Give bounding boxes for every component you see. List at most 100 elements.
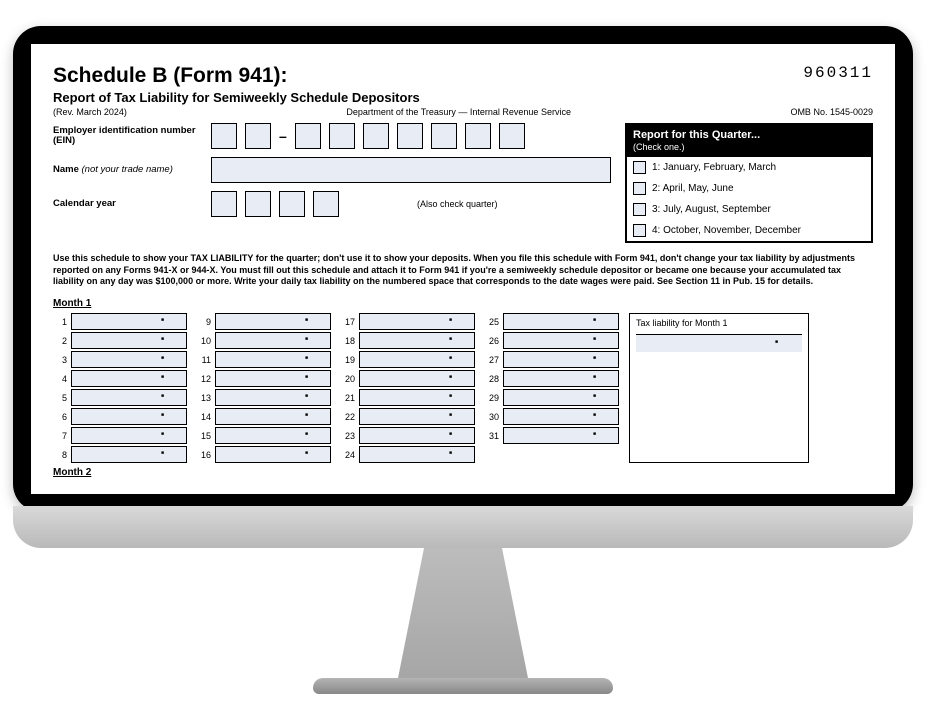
year-box[interactable] [313, 191, 339, 217]
name-label-text: Name [53, 164, 82, 175]
day-number: 14 [197, 412, 211, 422]
ein-box[interactable] [245, 123, 271, 149]
day-row: 2 [53, 332, 187, 349]
day-input[interactable] [71, 427, 187, 444]
day-number: 24 [341, 450, 355, 460]
day-input[interactable] [71, 389, 187, 406]
day-input[interactable] [215, 313, 331, 330]
form-document: Schedule B (Form 941): 960311 Report of … [31, 44, 895, 494]
day-row: 24 [341, 446, 475, 463]
day-number: 4 [53, 374, 67, 384]
quarter-label: 2: April, May, June [652, 183, 734, 194]
year-box[interactable] [279, 191, 305, 217]
ein-box[interactable] [465, 123, 491, 149]
day-row: 21 [341, 389, 475, 406]
day-input[interactable] [359, 408, 475, 425]
day-input[interactable] [215, 427, 331, 444]
quarter-option[interactable]: 4: October, November, December [627, 220, 871, 241]
day-row: 1 [53, 313, 187, 330]
day-row: 18 [341, 332, 475, 349]
ein-box[interactable] [499, 123, 525, 149]
ein-box[interactable] [431, 123, 457, 149]
day-input[interactable] [359, 427, 475, 444]
day-row: 14 [197, 408, 331, 425]
day-input[interactable] [71, 370, 187, 387]
day-input[interactable] [215, 446, 331, 463]
form-subtitle: Report of Tax Liability for Semiweekly S… [53, 90, 873, 105]
monitor-foot [313, 678, 613, 694]
day-input[interactable] [71, 408, 187, 425]
day-input[interactable] [71, 351, 187, 368]
quarter-checkbox[interactable] [633, 182, 646, 195]
quarter-sub: (Check one.) [633, 142, 685, 152]
quarter-option[interactable]: 2: April, May, June [627, 178, 871, 199]
day-input[interactable] [503, 370, 619, 387]
day-input[interactable] [359, 351, 475, 368]
day-input[interactable] [71, 446, 187, 463]
day-number: 26 [485, 336, 499, 346]
day-row: 26 [485, 332, 619, 349]
quarter-option[interactable]: 1: January, February, March [627, 157, 871, 178]
quarter-label: 1: January, February, March [652, 162, 776, 173]
day-number: 9 [197, 317, 211, 327]
month-total-input[interactable] [636, 334, 802, 352]
revision-date: (Rev. March 2024) [53, 107, 127, 117]
day-input[interactable] [71, 332, 187, 349]
day-number: 21 [341, 393, 355, 403]
day-number: 2 [53, 336, 67, 346]
day-number: 25 [485, 317, 499, 327]
day-input[interactable] [359, 370, 475, 387]
day-input[interactable] [359, 446, 475, 463]
day-input[interactable] [503, 427, 619, 444]
day-row: 31 [485, 427, 619, 444]
ein-dash: – [279, 128, 287, 144]
monitor-neck [398, 548, 528, 678]
day-input[interactable] [359, 332, 475, 349]
day-input[interactable] [503, 332, 619, 349]
day-input[interactable] [215, 408, 331, 425]
day-input[interactable] [215, 332, 331, 349]
name-label-note: (not your trade name) [82, 164, 173, 175]
ein-box[interactable] [397, 123, 423, 149]
ein-box[interactable] [211, 123, 237, 149]
day-row: 7 [53, 427, 187, 444]
ein-box[interactable] [295, 123, 321, 149]
quarter-checkbox[interactable] [633, 161, 646, 174]
day-row: 27 [485, 351, 619, 368]
day-number: 20 [341, 374, 355, 384]
ein-box[interactable] [329, 123, 355, 149]
day-row: 20 [341, 370, 475, 387]
day-number: 3 [53, 355, 67, 365]
day-input[interactable] [215, 370, 331, 387]
day-row: 23 [341, 427, 475, 444]
day-input[interactable] [215, 351, 331, 368]
day-input[interactable] [71, 313, 187, 330]
day-row: 16 [197, 446, 331, 463]
form-number: 960311 [803, 64, 873, 82]
year-box[interactable] [211, 191, 237, 217]
day-number: 8 [53, 450, 67, 460]
day-input[interactable] [503, 389, 619, 406]
name-input[interactable] [211, 157, 611, 183]
ein-box[interactable] [363, 123, 389, 149]
day-row: 29 [485, 389, 619, 406]
day-row: 22 [341, 408, 475, 425]
day-row: 15 [197, 427, 331, 444]
monitor-frame: Schedule B (Form 941): 960311 Report of … [13, 26, 913, 694]
quarter-checkbox[interactable] [633, 203, 646, 216]
quarter-option[interactable]: 3: July, August, September [627, 199, 871, 220]
day-number: 18 [341, 336, 355, 346]
day-input[interactable] [359, 389, 475, 406]
also-check-note: (Also check quarter) [417, 199, 498, 209]
year-box[interactable] [245, 191, 271, 217]
day-row: 30 [485, 408, 619, 425]
quarter-checkbox[interactable] [633, 224, 646, 237]
day-input[interactable] [359, 313, 475, 330]
month-total-box: Tax liability for Month 1 [629, 313, 809, 463]
day-input[interactable] [503, 351, 619, 368]
day-input[interactable] [503, 313, 619, 330]
day-row: 11 [197, 351, 331, 368]
day-number: 27 [485, 355, 499, 365]
day-input[interactable] [503, 408, 619, 425]
day-input[interactable] [215, 389, 331, 406]
